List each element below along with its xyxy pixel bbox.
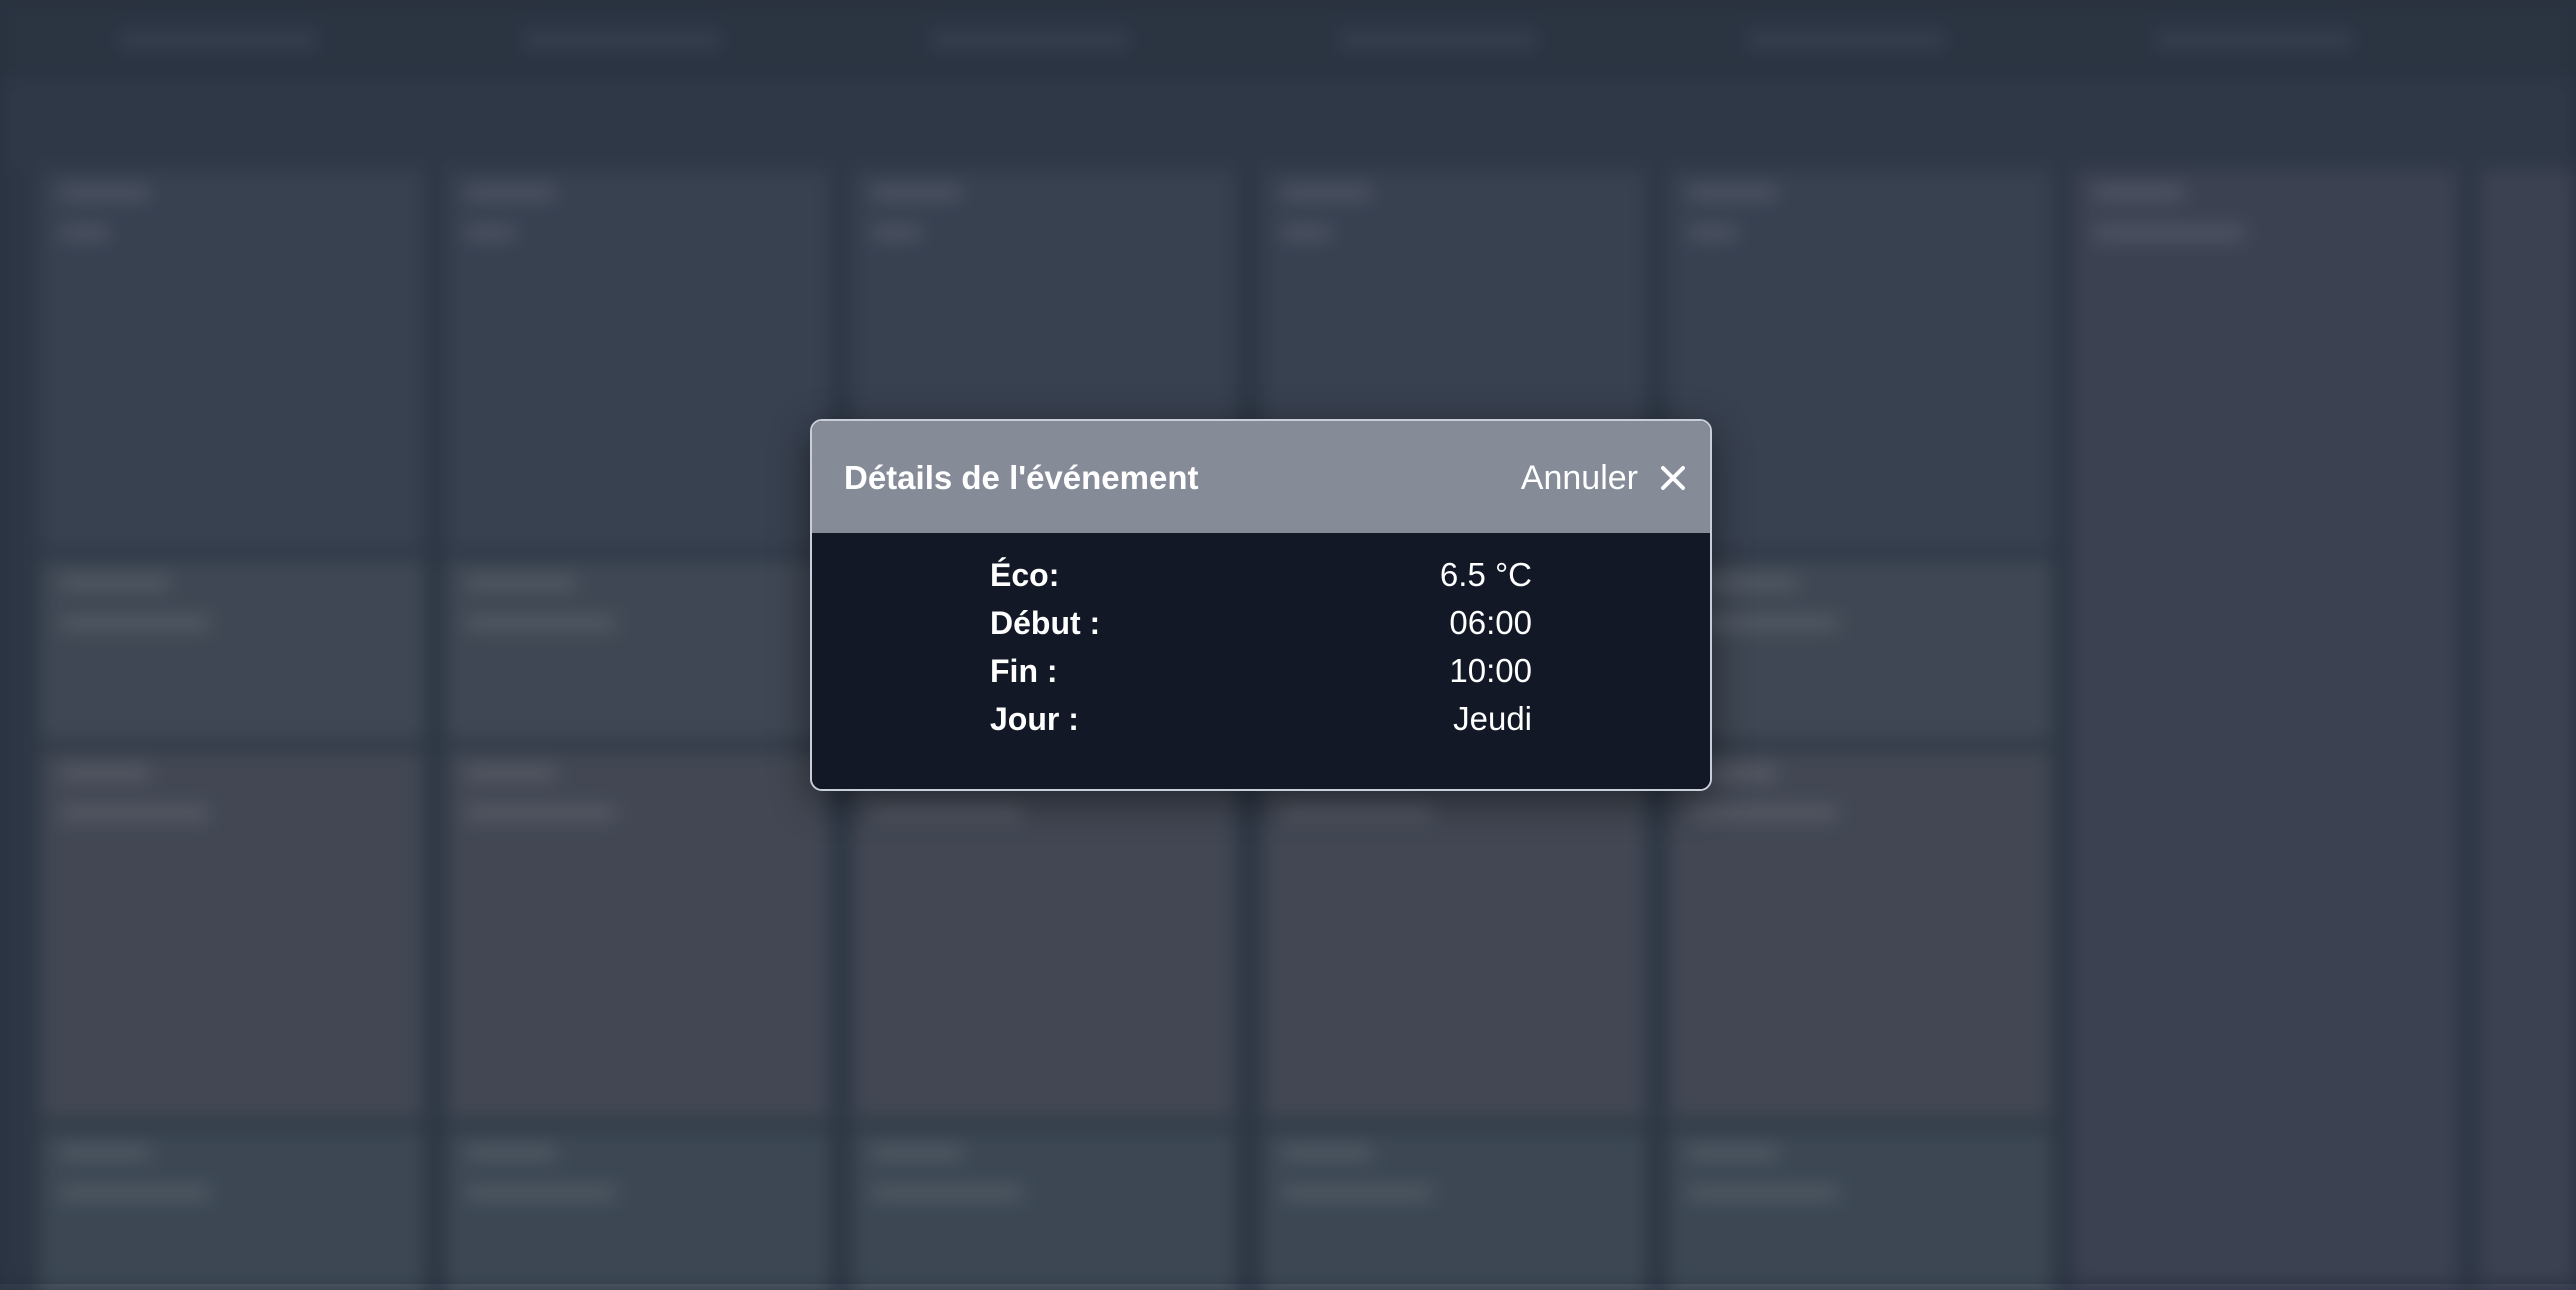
- detail-row-start: Début : 06:00: [990, 601, 1532, 645]
- close-icon[interactable]: [1660, 465, 1686, 491]
- detail-value: 10:00: [1449, 652, 1532, 689]
- detail-row-end: Fin : 10:00: [990, 649, 1532, 693]
- cancel-button[interactable]: Annuler: [1521, 453, 1686, 503]
- detail-row-eco: Éco: 6.5 °C: [990, 553, 1532, 597]
- detail-label: Jour :: [990, 701, 1079, 737]
- detail-label: Fin :: [990, 653, 1058, 689]
- detail-value: Jeudi: [1453, 700, 1532, 737]
- detail-label: Éco:: [990, 557, 1060, 593]
- detail-row-day: Jour : Jeudi: [990, 697, 1532, 741]
- dialog-body: Éco: 6.5 °C Début : 06:00 Fin : 10:00 Jo…: [812, 533, 1710, 789]
- detail-value: 6.5 °C: [1439, 556, 1532, 593]
- cancel-label: Annuler: [1520, 459, 1638, 497]
- event-details-dialog: Détails de l'événement Annuler Éco: 6.5 …: [810, 419, 1712, 791]
- dialog-header: Détails de l'événement Annuler: [812, 421, 1710, 533]
- detail-label: Début :: [990, 605, 1101, 641]
- dialog-title: Détails de l'événement: [844, 459, 1199, 496]
- detail-value: 06:00: [1449, 604, 1532, 641]
